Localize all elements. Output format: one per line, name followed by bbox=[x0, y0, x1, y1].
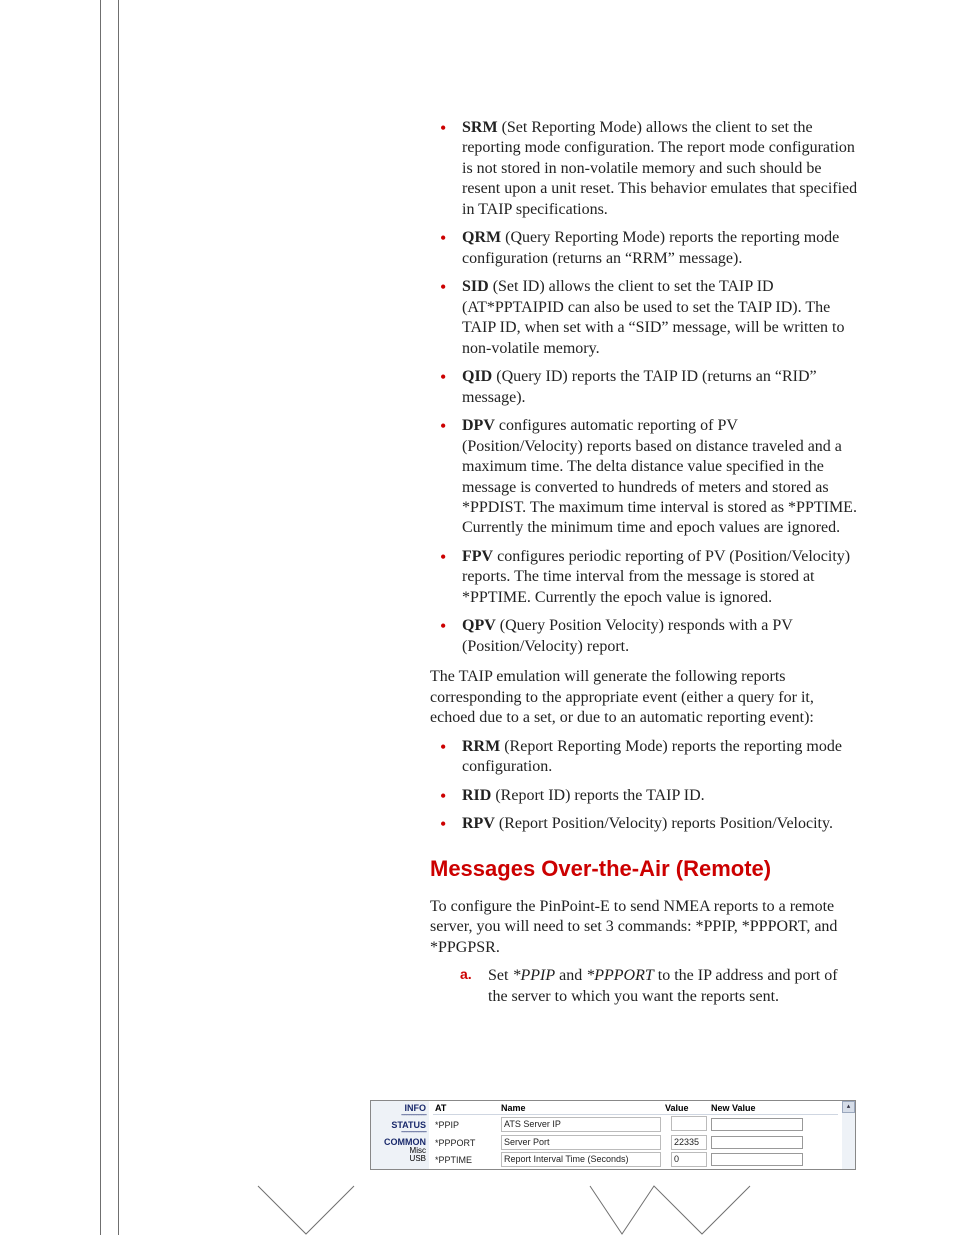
middle-paragraph: The TAIP emulation will generate the fol… bbox=[430, 667, 860, 728]
text: (Set Reporting Mode) allows the client t… bbox=[462, 119, 857, 218]
table-row: *PPPORT Server Port 22335 bbox=[433, 1134, 838, 1151]
term: SRM bbox=[462, 119, 498, 136]
cell-at: *PPIP bbox=[433, 1115, 499, 1135]
scrollbar[interactable]: ▴ bbox=[842, 1101, 855, 1169]
list-item: RPV (Report Position/Velocity) reports P… bbox=[460, 814, 860, 834]
newvalue-input[interactable] bbox=[711, 1118, 803, 1131]
newvalue-input[interactable] bbox=[711, 1136, 803, 1149]
term: QRM bbox=[462, 229, 501, 246]
cell-name: Server Port bbox=[499, 1134, 663, 1151]
cell-name: ATS Server IP bbox=[499, 1115, 663, 1135]
value-display: 0 bbox=[671, 1152, 707, 1167]
text: (Report ID) reports the TAIP ID. bbox=[491, 787, 704, 804]
list-item: SRM (Set Reporting Mode) allows the clie… bbox=[460, 118, 860, 220]
header-at: AT bbox=[433, 1103, 499, 1115]
list-item: RID (Report ID) reports the TAIP ID. bbox=[460, 786, 860, 806]
list-item: SID (Set ID) allows the client to set th… bbox=[460, 277, 860, 359]
term: RPV bbox=[462, 815, 495, 832]
config-panel-figure: INFO --------------- STATUS ------------… bbox=[370, 1100, 856, 1170]
name-display: Report Interval Time (Seconds) bbox=[501, 1152, 661, 1167]
cell-value: 0 bbox=[663, 1151, 709, 1168]
t: Set bbox=[488, 967, 512, 984]
value-display bbox=[671, 1116, 707, 1131]
text: configures periodic reporting of PV (Pos… bbox=[462, 548, 850, 606]
name-display: ATS Server IP bbox=[501, 1117, 661, 1132]
header-name: Name bbox=[499, 1103, 663, 1115]
list-item: RRM (Report Reporting Mode) reports the … bbox=[460, 737, 860, 778]
code-ital: *PPPORT bbox=[586, 967, 654, 984]
config-sidebar: INFO --------------- STATUS ------------… bbox=[371, 1101, 429, 1169]
config-main: AT Name Value New Value *PPIP ATS Server… bbox=[429, 1101, 842, 1169]
term: SID bbox=[462, 278, 489, 295]
header-value: Value bbox=[663, 1103, 709, 1115]
cell-newvalue bbox=[709, 1115, 838, 1135]
value-display: 22335 bbox=[671, 1135, 707, 1150]
table-header-row: AT Name Value New Value bbox=[433, 1103, 838, 1115]
text: (Set ID) allows the client to set the TA… bbox=[462, 278, 844, 356]
list-item: QPV (Query Position Velocity) responds w… bbox=[460, 616, 860, 657]
term: RRM bbox=[462, 738, 500, 755]
section-heading: Messages Over-the-Air (Remote) bbox=[430, 855, 860, 883]
table-row: *PPIP ATS Server IP bbox=[433, 1115, 838, 1135]
term: DPV bbox=[462, 417, 495, 434]
cell-value bbox=[663, 1115, 709, 1135]
scroll-up-icon[interactable]: ▴ bbox=[842, 1101, 855, 1113]
body-text-column: SRM (Set Reporting Mode) allows the clie… bbox=[430, 118, 860, 1007]
cell-newvalue bbox=[709, 1151, 838, 1168]
term: QID bbox=[462, 368, 492, 385]
text: (Report Reporting Mode) reports the repo… bbox=[462, 738, 842, 775]
ordered-step-a: a. Set *PPIP and *PPPORT to the IP addre… bbox=[460, 966, 860, 1007]
sidebar-group-common[interactable]: COMMON bbox=[371, 1135, 426, 1147]
frame-notch-decoration bbox=[258, 1186, 354, 1234]
sidebar-sub-usb[interactable]: USB bbox=[371, 1155, 426, 1164]
name-display: Server Port bbox=[501, 1135, 661, 1150]
code-ital: *PPIP bbox=[512, 967, 555, 984]
text: (Report Position/Velocity) reports Posit… bbox=[495, 815, 833, 832]
term: QPV bbox=[462, 617, 496, 634]
remote-paragraph: To configure the PinPoint-E to send NMEA… bbox=[430, 897, 860, 958]
config-table: AT Name Value New Value *PPIP ATS Server… bbox=[433, 1103, 838, 1168]
t: and bbox=[555, 967, 586, 984]
term: RID bbox=[462, 787, 491, 804]
text: (Query Position Velocity) responds with … bbox=[462, 617, 793, 654]
cell-name: Report Interval Time (Seconds) bbox=[499, 1151, 663, 1168]
text: configures automatic reporting of PV (Po… bbox=[462, 417, 857, 536]
cell-at: *PPPORT bbox=[433, 1134, 499, 1151]
frame-notch-decoration bbox=[590, 1186, 750, 1234]
header-newvalue: New Value bbox=[709, 1103, 838, 1115]
cell-value: 22335 bbox=[663, 1134, 709, 1151]
text: (Query ID) reports the TAIP ID (returns … bbox=[462, 368, 817, 405]
bullet-list-1: SRM (Set Reporting Mode) allows the clie… bbox=[430, 118, 860, 657]
step-marker: a. bbox=[460, 966, 484, 984]
step-text: Set *PPIP and *PPPORT to the IP address … bbox=[488, 966, 858, 1007]
page: SRM (Set Reporting Mode) allows the clie… bbox=[0, 0, 954, 1235]
table-row: *PPTIME Report Interval Time (Seconds) 0 bbox=[433, 1151, 838, 1168]
newvalue-input[interactable] bbox=[711, 1153, 803, 1166]
term: FPV bbox=[462, 548, 493, 565]
list-item: QRM (Query Reporting Mode) reports the r… bbox=[460, 228, 860, 269]
list-item: QID (Query ID) reports the TAIP ID (retu… bbox=[460, 367, 860, 408]
list-item: FPV configures periodic reporting of PV … bbox=[460, 547, 860, 608]
bullet-list-2: RRM (Report Reporting Mode) reports the … bbox=[430, 737, 860, 835]
frame-line-left bbox=[100, 0, 101, 1235]
list-item: DPV configures automatic reporting of PV… bbox=[460, 416, 860, 539]
cell-newvalue bbox=[709, 1134, 838, 1151]
text: (Query Reporting Mode) reports the repor… bbox=[462, 229, 839, 266]
cell-at: *PPTIME bbox=[433, 1151, 499, 1168]
frame-line-left-2 bbox=[118, 0, 119, 1235]
